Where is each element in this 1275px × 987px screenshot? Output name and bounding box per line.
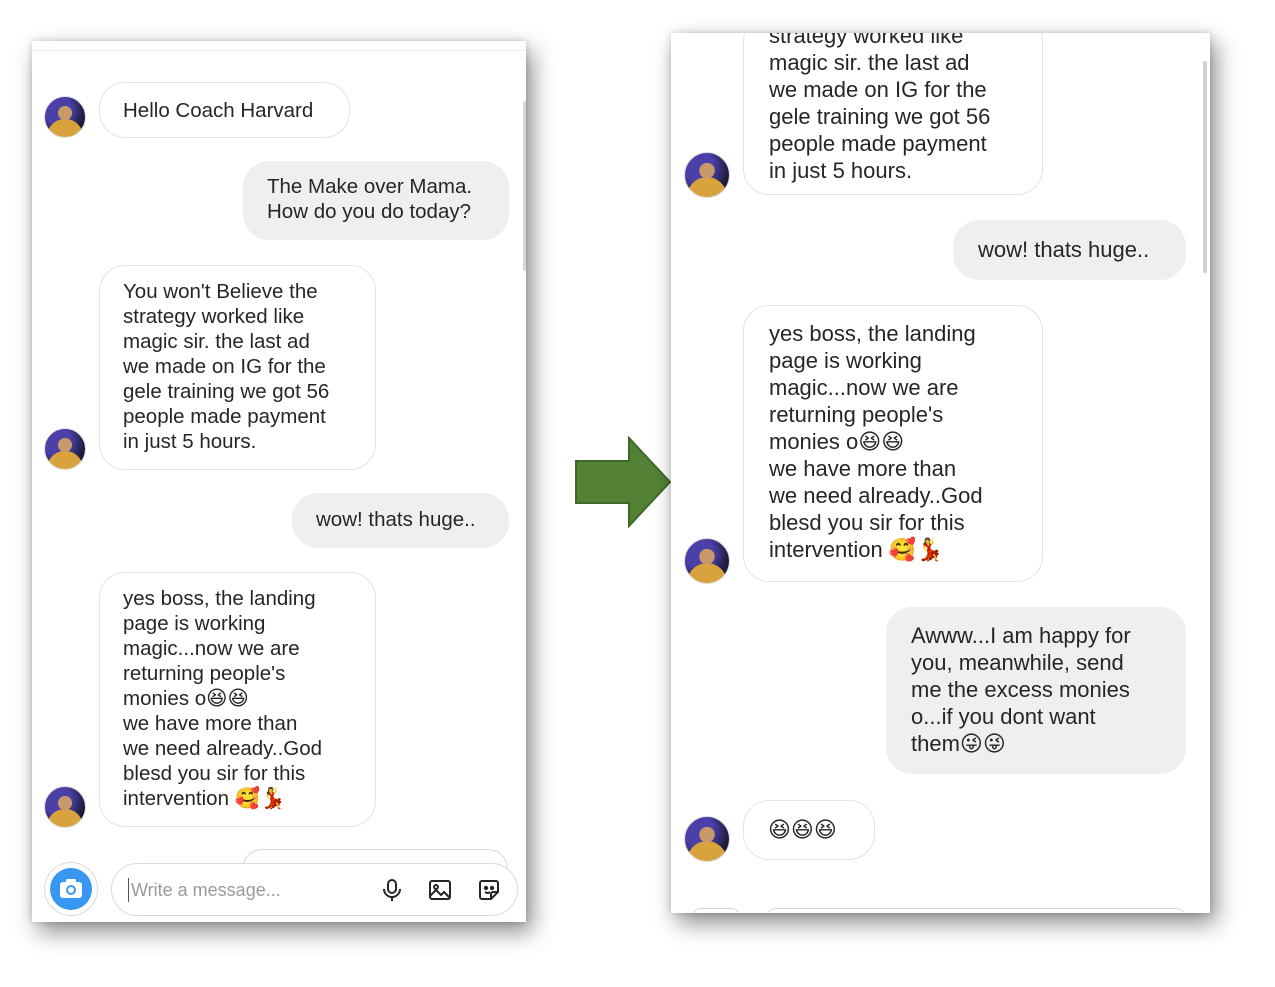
message-bubble-incoming: You won't Believe the strategy worked li…	[99, 265, 376, 470]
avatar[interactable]	[44, 428, 86, 470]
message-bubble-incoming: yes boss, the landing page is working ma…	[99, 572, 376, 827]
message-bubble-outgoing: wow! thats huge..	[953, 220, 1186, 280]
avatar[interactable]	[684, 152, 730, 198]
right-arrow	[575, 436, 672, 528]
avatar[interactable]	[684, 538, 730, 584]
microphone-icon[interactable]	[379, 877, 405, 903]
chat-screen-after: strategy worked like magic sir. the last…	[671, 33, 1210, 913]
image-icon[interactable]	[427, 877, 453, 903]
message-bubble-incoming: strategy worked like magic sir. the last…	[743, 33, 1043, 195]
message-bubble-incoming: Hello Coach Harvard	[99, 82, 350, 138]
scrollbar[interactable]	[523, 101, 526, 271]
message-composer	[111, 863, 518, 916]
message-bubble-incoming: yes boss, the landing page is working ma…	[743, 305, 1043, 582]
message-composer-partial	[766, 908, 1186, 913]
avatar[interactable]	[44, 786, 86, 828]
avatar[interactable]	[44, 96, 86, 138]
header-strip	[32, 41, 526, 51]
chat-screen-before: Hello Coach Harvard The Make over Mama. …	[32, 41, 526, 922]
avatar[interactable]	[684, 816, 730, 862]
camera-button[interactable]	[44, 862, 98, 916]
message-bubble-outgoing: The Make over Mama. How do you do today?	[243, 161, 509, 240]
message-input[interactable]	[128, 878, 358, 902]
sticker-icon[interactable]	[476, 877, 502, 903]
scrollbar[interactable]	[1203, 61, 1207, 273]
message-bubble-outgoing: wow! thats huge..	[292, 493, 509, 548]
camera-icon	[50, 868, 92, 910]
message-bubble-incoming: 😆😆😆	[743, 800, 875, 860]
camera-button-partial	[691, 908, 741, 913]
message-bubble-outgoing: Awww...I am happy for you, meanwhile, se…	[886, 607, 1186, 774]
